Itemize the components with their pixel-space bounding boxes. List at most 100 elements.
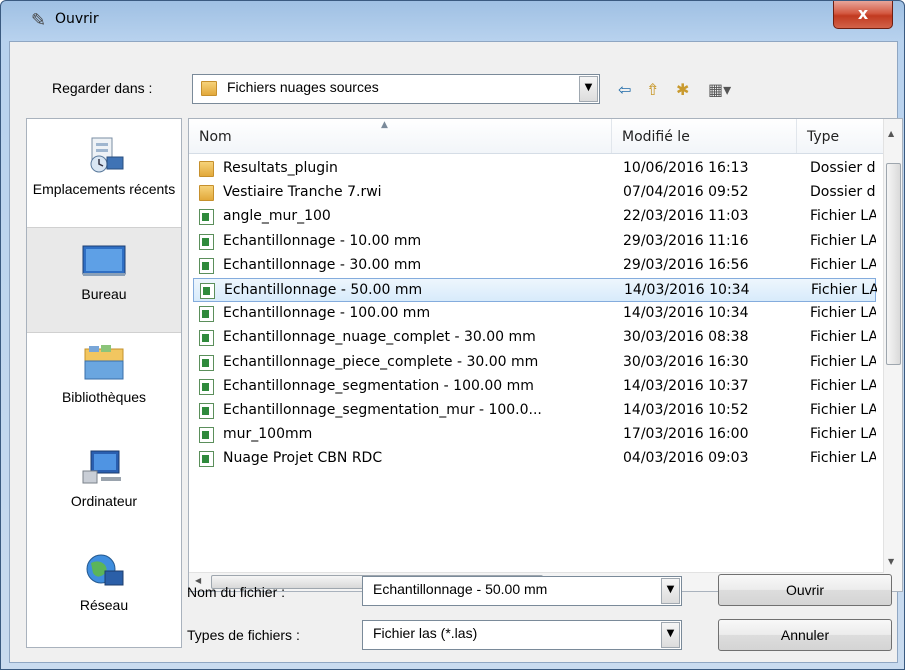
place-label: Bureau: [81, 286, 127, 302]
look-in-value: Fichiers nuages sources: [227, 79, 379, 95]
file-type: Fichier LAS: [810, 450, 876, 467]
file-modified: 10/06/2016 16:13: [623, 160, 749, 176]
file-modified: 07/04/2016 09:52: [623, 184, 749, 201]
file-type: Fichier LAS: [810, 305, 876, 322]
column-modified[interactable]: Modifié le: [612, 119, 797, 153]
place-computer[interactable]: Ordinateur: [27, 435, 181, 539]
sort-ascending-icon: ▲: [381, 120, 388, 130]
cancel-button[interactable]: Annuler: [718, 619, 892, 651]
file-row[interactable]: Echantillonnage - 100.00 mm 14/03/2016 10…: [193, 302, 876, 326]
las-file-icon: [199, 257, 214, 274]
file-modified: 14/03/2016 10:37: [623, 377, 749, 394]
place-label: Bibliothèques: [61, 389, 147, 405]
chevron-down-icon[interactable]: ▼: [661, 622, 680, 648]
file-name: Echantillonnage - 30.00 mm: [223, 256, 422, 273]
window-title: Ouvrir: [55, 11, 99, 27]
place-desktop[interactable]: Bureau: [27, 227, 181, 333]
computer-icon: [82, 450, 121, 484]
las-file-icon: [199, 233, 214, 250]
open-dialog: ✎ Ouvrir x Regarder dans : Fichiers nuag…: [0, 0, 905, 670]
places-bar: Emplacements récents Bureau Bibliothèque…: [26, 118, 182, 648]
folder-icon: [199, 161, 214, 177]
close-button[interactable]: x: [833, 1, 893, 29]
column-name[interactable]: Nom ▲: [189, 119, 612, 153]
back-icon[interactable]: ⇦: [618, 80, 631, 99]
file-row[interactable]: Echantillonnage_segmentation - 100.00 mm…: [193, 375, 876, 399]
chevron-down-icon[interactable]: ▼: [661, 578, 680, 604]
quill-icon: ✎: [31, 10, 47, 31]
filename-label: Nom du fichier :: [187, 584, 286, 600]
file-row[interactable]: Echantillonnage_segmentation_mur - 100.0…: [193, 399, 876, 423]
file-name: Echantillonnage_segmentation_mur - 100.0…: [223, 402, 542, 418]
file-modified: 29/03/2016 11:16: [623, 232, 749, 249]
las-file-icon: [199, 330, 214, 347]
file-row[interactable]: mur_100mm 17/03/2016 16:00 Fichier LAS: [193, 423, 876, 447]
view-menu-icon[interactable]: ▦▾: [708, 80, 731, 99]
folder-icon: [199, 185, 214, 202]
filename-combo[interactable]: Echantillonnage - 50.00 mm ▼: [362, 576, 682, 606]
las-file-icon: [199, 451, 214, 468]
chevron-down-icon[interactable]: ▼: [579, 76, 598, 102]
file-name: angle_mur_100: [223, 208, 331, 225]
las-file-icon: [199, 306, 214, 323]
column-modified-label: Modifié le: [622, 129, 690, 145]
file-row[interactable]: Vestiaire Tranche 7.rwi 07/04/2016 09:52 D…: [193, 181, 876, 205]
scroll-down-icon[interactable]: ▼: [888, 557, 894, 566]
scroll-up-icon[interactable]: ▲: [888, 129, 894, 138]
filetype-value: Fichier las (*.las): [373, 625, 478, 641]
file-type: Fichier LAS: [810, 426, 876, 443]
look-in-combo[interactable]: Fichiers nuages sources ▼: [192, 74, 600, 104]
file-row[interactable]: Echantillonnage - 50.00 mm 14/03/2016 10:…: [193, 278, 877, 302]
look-in-label: Regarder dans :: [52, 80, 153, 96]
file-row[interactable]: Echantillonnage - 30.00 mm 29/03/2016 16:…: [193, 254, 876, 278]
file-modified: 14/03/2016 10:34: [623, 305, 749, 322]
place-label: Ordinateur: [70, 493, 138, 509]
file-row[interactable]: Echantillonnage - 10.00 mm 29/03/2016 11:…: [193, 230, 876, 254]
file-modified: 04/03/2016 09:03: [623, 450, 749, 467]
filename-value: Echantillonnage - 50.00 mm: [373, 581, 548, 597]
file-name: Echantillonnage - 100.00 mm: [223, 305, 431, 322]
place-recent[interactable]: Emplacements récents: [27, 123, 181, 227]
file-type: Fichier LAS: [811, 282, 877, 298]
las-file-icon: [199, 354, 214, 371]
filetype-combo[interactable]: Fichier las (*.las) ▼: [362, 620, 682, 650]
file-row[interactable]: Resultats_plugin 10/06/2016 16:13 Dossier …: [193, 157, 876, 181]
network-icon: [86, 554, 124, 586]
desktop-icon: [82, 245, 126, 276]
file-name: Echantillonnage - 50.00 mm: [224, 282, 423, 298]
file-name: Nuage Projet CBN RDC: [223, 450, 383, 467]
file-modified: 14/03/2016 10:52: [623, 402, 749, 418]
file-type: Fichier LAS: [810, 402, 876, 418]
column-name-label: Nom: [199, 129, 232, 145]
column-type[interactable]: Type: [797, 119, 883, 153]
up-folder-icon[interactable]: ⇮: [646, 80, 659, 99]
file-row[interactable]: Echantillonnage_piece_complete - 30.00 m…: [193, 351, 876, 375]
column-header: Nom ▲ Modifié le Type: [189, 119, 902, 154]
file-type: Fichier LAS: [810, 232, 876, 249]
file-type: Fichier LAS: [810, 208, 876, 225]
file-name: mur_100mm: [223, 426, 313, 443]
file-modified: 14/03/2016 10:34: [624, 282, 750, 298]
vertical-scrollbar[interactable]: ▲ ▼: [883, 119, 902, 591]
file-name: Vestiaire Tranche 7.rwi: [223, 184, 382, 201]
file-row[interactable]: Echantillonnage_nuage_complet - 30.00 mm…: [193, 326, 876, 350]
file-modified: 29/03/2016 16:56: [623, 256, 749, 273]
column-type-label: Type: [807, 129, 840, 145]
new-folder-icon[interactable]: ✱: [676, 80, 689, 99]
file-modified: 17/03/2016 16:00: [623, 426, 749, 443]
file-list[interactable]: Nom ▲ Modifié le Type Resultats_plugin 10…: [188, 118, 903, 592]
open-button[interactable]: Ouvrir: [718, 574, 892, 606]
file-row[interactable]: angle_mur_100 22/03/2016 11:03 Fichier LAS: [193, 205, 876, 229]
file-name: Echantillonnage_segmentation - 100.00 mm: [223, 377, 534, 394]
place-network[interactable]: Réseau: [27, 539, 181, 643]
file-name: Echantillonnage - 10.00 mm: [223, 232, 422, 249]
vertical-scroll-thumb[interactable]: [886, 163, 901, 365]
place-libraries[interactable]: Bibliothèques: [27, 331, 181, 435]
las-file-icon: [199, 427, 214, 444]
file-row[interactable]: Nuage Projet CBN RDC 04/03/2016 09:03 Fich…: [193, 447, 876, 471]
title-bar: ✎ Ouvrir x: [1, 1, 904, 41]
file-type: Fichier LAS: [810, 353, 876, 370]
place-label: Emplacements récents: [32, 181, 176, 197]
libraries-icon: [84, 345, 124, 380]
place-label: Réseau: [79, 597, 129, 613]
